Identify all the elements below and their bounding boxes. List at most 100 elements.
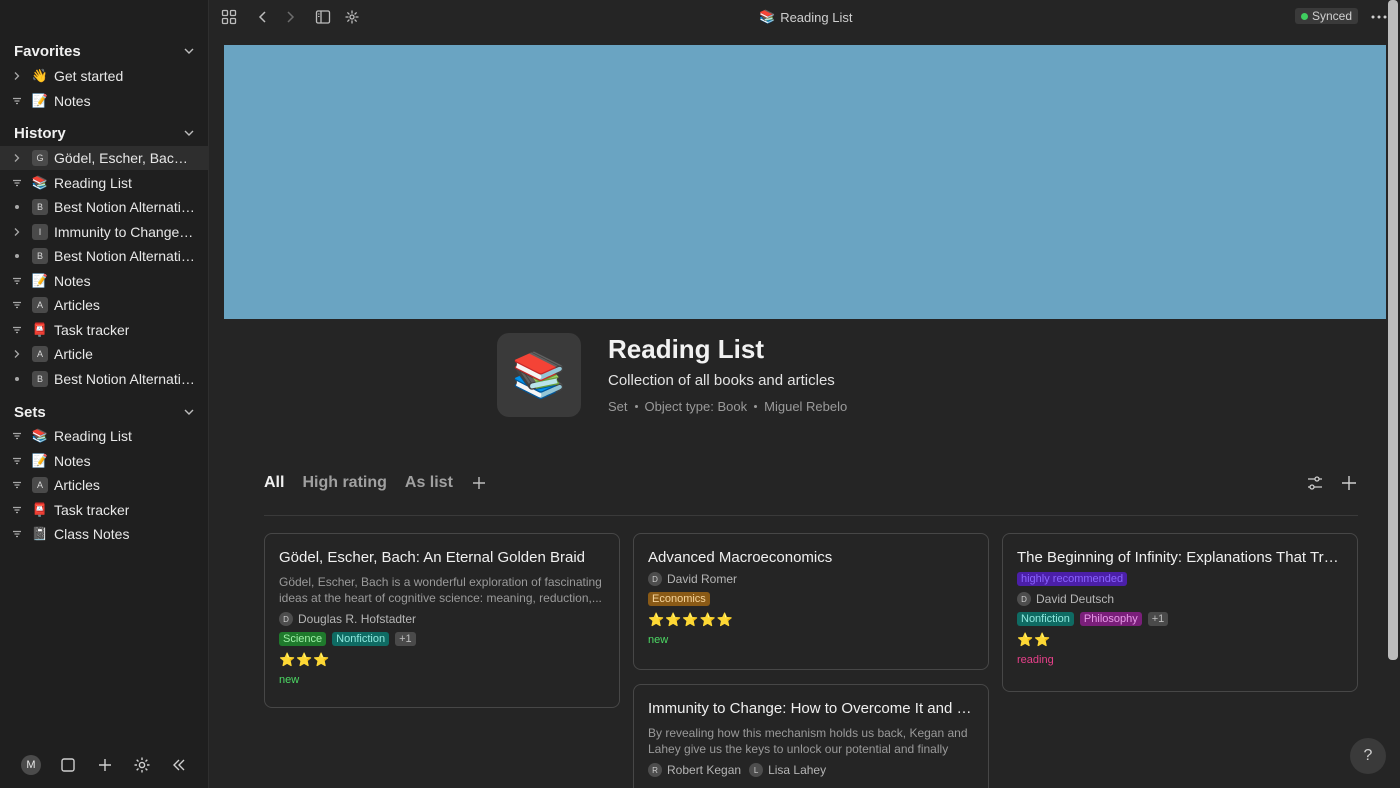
sidebar-bottom-bar: M <box>0 742 209 788</box>
gallery-card[interactable]: Immunity to Change: How to Overcome It a… <box>633 684 989 788</box>
object-letter-icon: A <box>32 477 48 493</box>
sidebar-item[interactable]: 📚 Reading List <box>0 424 209 448</box>
author-avatar: D <box>279 612 293 626</box>
sync-status-badge[interactable]: Synced <box>1295 8 1359 24</box>
chevron-down-icon[interactable] <box>183 127 195 139</box>
item-toggle <box>11 504 23 516</box>
card-tags: Nonfiction Philosophy +1 <box>1017 612 1343 626</box>
history-header[interactable]: History <box>0 121 209 145</box>
sidebar-item[interactable]: 📮 Task tracker <box>0 498 209 522</box>
sidebar-item[interactable]: 📝 Notes <box>0 449 209 473</box>
bullet-dot-icon <box>15 205 19 209</box>
add-view-icon[interactable] <box>471 475 487 491</box>
sidebar-item[interactable]: A Article <box>0 342 209 366</box>
collapse-sidebar-button[interactable] <box>169 755 189 775</box>
more-options-button[interactable] <box>1370 8 1388 26</box>
sidebar-item[interactable]: I Immunity to Change: ... <box>0 220 209 244</box>
chevron-right-icon[interactable] <box>12 71 22 81</box>
object-icon[interactable]: 📚 <box>497 333 581 417</box>
scrollbar[interactable] <box>1388 0 1398 660</box>
object-emoji-icon: 📮 <box>31 501 49 517</box>
sidebar-item-label: Best Notion Alternativ... <box>54 248 195 264</box>
page-breadcrumb[interactable]: 📚 Reading List <box>759 9 852 25</box>
rating-stars: ⭐⭐ <box>1017 632 1052 647</box>
card-authors: D David Romer <box>648 572 974 586</box>
sidebar-icon <box>315 10 331 24</box>
sync-dot-icon <box>1301 12 1308 20</box>
sidebar-item[interactable]: 👋 Get started <box>0 64 209 88</box>
sidebar-item[interactable]: B Best Notion Alternativ... <box>0 195 209 219</box>
toggle-sidebar-button[interactable] <box>314 8 332 26</box>
square-icon <box>61 758 75 772</box>
sidebar-item[interactable]: 📮 Task tracker <box>0 318 209 342</box>
sets-header[interactable]: Sets <box>0 400 209 424</box>
object-letter: A <box>32 297 48 313</box>
cover-image[interactable] <box>224 45 1386 319</box>
create-object-button[interactable] <box>95 755 115 775</box>
object-emoji-icon: 📚 <box>31 428 49 443</box>
favorites-header[interactable]: Favorites <box>0 39 209 63</box>
object-letter: G <box>32 150 48 166</box>
chevron-right-icon[interactable] <box>12 153 22 163</box>
apps-button[interactable] <box>220 8 238 26</box>
add-object-button[interactable] <box>1340 474 1358 492</box>
sidebar-item-label: Notes <box>54 272 91 289</box>
help-button[interactable]: ? <box>1350 738 1386 774</box>
sidebar-item-label: Gödel, Escher, Bach: ... <box>54 150 195 166</box>
graph-button[interactable] <box>58 755 78 775</box>
gallery-card[interactable]: Gödel, Escher, Bach: An Eternal Golden B… <box>264 533 620 708</box>
sidebar-item[interactable]: 📝 Notes <box>0 89 209 113</box>
account-avatar[interactable]: M <box>21 755 41 775</box>
tag: Economics <box>648 592 710 606</box>
sidebar-item[interactable]: G Gödel, Escher, Bach: ... <box>0 146 209 170</box>
chevron-right-icon[interactable] <box>12 349 22 359</box>
card-tags: Economics <box>648 592 974 606</box>
sliders-icon <box>1308 476 1322 490</box>
settings-button[interactable] <box>132 755 152 775</box>
sidebar-item[interactable]: A Articles <box>0 293 209 317</box>
sidebar-item-label: Notes <box>54 92 91 109</box>
meta-creator[interactable]: Miguel Rebelo <box>764 399 847 414</box>
gallery-card[interactable]: The Beginning of Infinity: Explanations … <box>1002 533 1358 692</box>
sidebar-item[interactable]: 📓 Class Notes <box>0 522 209 546</box>
chevron-down-icon[interactable] <box>183 406 195 418</box>
author: D Douglas R. Hofstadter <box>279 612 416 626</box>
item-toggle[interactable] <box>11 70 23 82</box>
sidebar-item-label: Article <box>54 346 93 362</box>
view-settings-button[interactable] <box>1306 474 1324 492</box>
item-toggle <box>11 95 23 107</box>
chevron-left-icon <box>258 11 266 23</box>
item-toggle[interactable] <box>11 348 23 360</box>
sidebar-item-label: Class Notes <box>54 526 130 542</box>
sidebar-item[interactable]: B Best Notion Alternativ... <box>0 244 209 268</box>
item-toggle <box>11 299 23 311</box>
object-emoji-icon: 📝 <box>31 272 49 288</box>
sidebar-item[interactable]: 📚 Reading List <box>0 171 209 195</box>
chevron-down-icon[interactable] <box>183 45 195 57</box>
gallery-card[interactable]: Advanced Macroeconomics D David Romer Econo… <box>633 533 989 670</box>
item-toggle <box>11 528 23 540</box>
page-title[interactable]: Reading List <box>608 334 764 365</box>
filter-lines-icon <box>13 530 21 538</box>
page-description[interactable]: Collection of all books and articles <box>608 372 835 389</box>
sidebar-item[interactable]: B Best Notion Alternativ... <box>0 367 209 391</box>
sidebar-item-label: Reading List <box>54 174 132 191</box>
tab-all[interactable]: All <box>264 474 284 492</box>
item-toggle[interactable] <box>11 152 23 164</box>
card-tags: Science Nonfiction +1 <box>279 632 605 646</box>
forward-button[interactable] <box>281 8 299 26</box>
back-button[interactable] <box>254 8 272 26</box>
filter-lines-icon <box>13 277 21 284</box>
tab-high-rating[interactable]: High rating <box>302 474 386 492</box>
graph-view-button[interactable] <box>343 8 361 26</box>
tab-as-list[interactable]: As list <box>405 474 453 492</box>
chevron-right-icon[interactable] <box>12 227 22 237</box>
meta-object-type[interactable]: Object type: Book <box>645 399 748 414</box>
sidebar-item[interactable]: A Articles <box>0 473 209 497</box>
sidebar-item-label: Reading List <box>54 428 132 444</box>
sidebar-item[interactable]: 📝 Notes <box>0 269 209 293</box>
tag: Nonfiction <box>332 632 390 646</box>
author-avatar: L <box>749 763 764 777</box>
item-toggle[interactable] <box>11 226 23 238</box>
double-chevron-left-icon <box>173 759 185 771</box>
